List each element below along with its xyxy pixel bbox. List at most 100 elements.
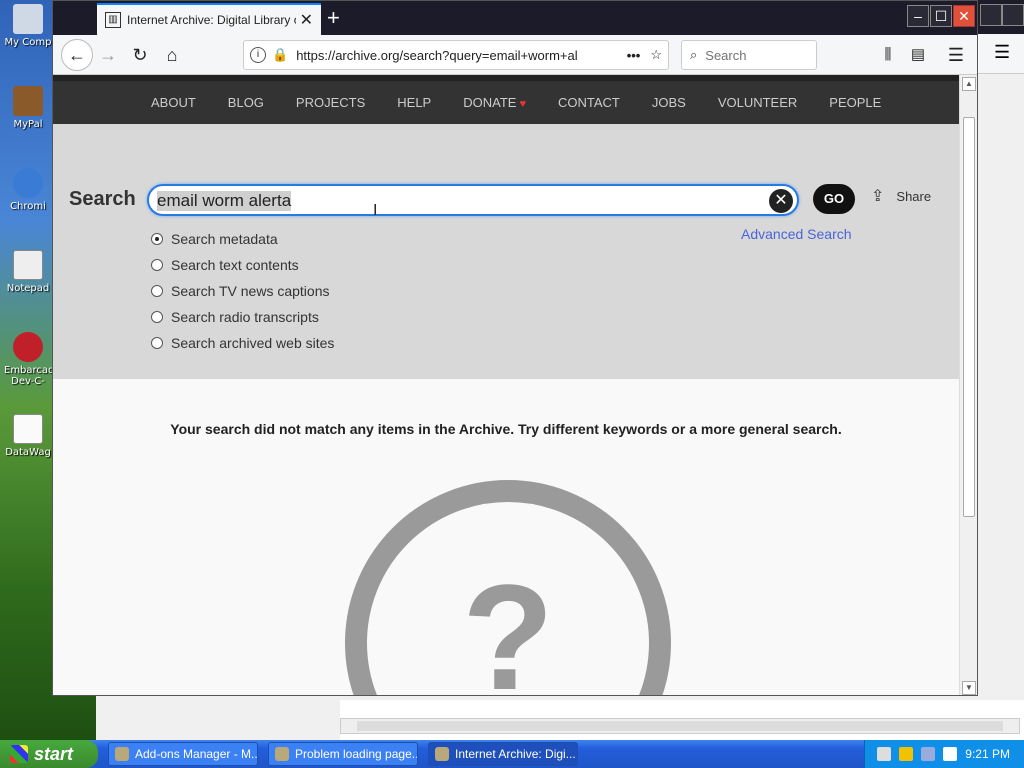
- clock[interactable]: 9:21 PM: [965, 747, 1010, 761]
- close-window-button[interactable]: ✕: [953, 5, 975, 27]
- windows-flag-icon: [10, 745, 28, 763]
- shield-icon[interactable]: [899, 747, 914, 761]
- background-close-button[interactable]: [1002, 4, 1024, 26]
- nav-projects[interactable]: PROJECTS: [296, 95, 365, 110]
- search-query-text[interactable]: email worm alerta: [157, 191, 292, 211]
- volume-icon[interactable]: [943, 747, 958, 761]
- minimize-button[interactable]: –: [907, 5, 929, 27]
- text-cursor-icon: I: [373, 202, 378, 219]
- chromium-icon: [13, 168, 43, 198]
- tab-title: Internet Archive: Digital Library of: [127, 13, 296, 27]
- vertical-scrollbar[interactable]: ▲ ▼: [959, 75, 977, 695]
- background-minimize-button[interactable]: [980, 4, 1002, 26]
- clear-search-icon[interactable]: ✕: [769, 189, 793, 213]
- mypal-icon: [115, 747, 129, 761]
- datawag-icon: [13, 414, 43, 444]
- page-actions-icon[interactable]: •••: [627, 48, 641, 63]
- radio-selected[interactable]: [151, 233, 163, 245]
- sidebar-icon[interactable]: ▤: [905, 43, 931, 67]
- url-text[interactable]: https://archive.org/search?query=email+w…: [296, 48, 617, 63]
- nav-contact[interactable]: CONTACT: [558, 95, 620, 110]
- desktop-icon-mypal[interactable]: MyPal: [4, 86, 52, 130]
- search-field[interactable]: ⌕ Search: [681, 40, 817, 70]
- browser-window: ▥ Internet Archive: Digital Library of ✕…: [52, 0, 978, 696]
- option-search-radio[interactable]: Search radio transcripts: [151, 304, 334, 330]
- taskbar-button-archive[interactable]: Internet Archive: Digi...: [428, 742, 578, 766]
- new-tab-button[interactable]: +: [327, 5, 340, 31]
- navigation-toolbar: ← → ↻ ⌂ i 🔒 https://archive.org/search?q…: [53, 35, 977, 75]
- option-search-metadata[interactable]: Search metadata: [151, 226, 334, 252]
- scroll-up-icon[interactable]: ▲: [962, 77, 976, 91]
- desktop-icon-my-computer[interactable]: My Comp: [4, 4, 52, 48]
- nav-donate-label: DONATE: [463, 95, 517, 110]
- taskbar-button-label: Problem loading page...: [295, 747, 418, 761]
- keyboard-icon[interactable]: [877, 747, 892, 761]
- heart-icon: ♥: [519, 98, 526, 110]
- nav-blog[interactable]: BLOG: [228, 95, 264, 110]
- share-button[interactable]: ⇪ Share: [871, 186, 931, 206]
- taskbar-button-label: Add-ons Manager - M...: [135, 747, 258, 761]
- search-options: Search metadata Search text contents Sea…: [151, 226, 334, 356]
- share-icon: ⇪: [871, 188, 885, 205]
- mypal-icon: [435, 747, 449, 761]
- url-bar[interactable]: i 🔒 https://archive.org/search?query=ema…: [243, 40, 669, 70]
- option-search-text[interactable]: Search text contents: [151, 252, 334, 278]
- option-search-tv[interactable]: Search TV news captions: [151, 278, 334, 304]
- network-icon[interactable]: [921, 747, 936, 761]
- desktop-icon-label: Chromi: [10, 201, 46, 212]
- desktop-icon-notepad[interactable]: Notepad: [4, 250, 52, 294]
- desktop-icon-label: DataWag: [5, 447, 51, 458]
- search-area: Search email worm alerta ✕ I GO ⇪ Share …: [53, 124, 959, 379]
- library-icon[interactable]: ⫼: [875, 43, 901, 67]
- close-tab-icon[interactable]: ✕: [300, 10, 313, 30]
- nav-jobs[interactable]: JOBS: [652, 95, 686, 110]
- nav-people[interactable]: PEOPLE: [829, 95, 881, 110]
- scroll-thumb[interactable]: [357, 721, 1003, 731]
- option-label: Search radio transcripts: [171, 309, 319, 325]
- radio[interactable]: [151, 337, 163, 349]
- tab-bar: ▥ Internet Archive: Digital Library of ✕…: [53, 1, 977, 35]
- start-button[interactable]: start: [0, 740, 98, 768]
- radio[interactable]: [151, 259, 163, 271]
- maximize-button[interactable]: ☐: [930, 5, 952, 27]
- scroll-thumb[interactable]: [963, 117, 975, 517]
- no-results-message: Your search did not match any items in t…: [170, 421, 842, 437]
- site-search-input[interactable]: email worm alerta ✕: [147, 184, 799, 216]
- tab-internet-archive[interactable]: ▥ Internet Archive: Digital Library of ✕: [97, 3, 321, 35]
- reload-icon: ↻: [132, 45, 148, 65]
- desktop-icon-label: Embarcad Dev-C-: [4, 365, 55, 387]
- home-button[interactable]: ⌂: [159, 43, 185, 67]
- forward-button[interactable]: →: [95, 43, 121, 67]
- desktop-icon-chromium[interactable]: Chromi: [4, 168, 52, 212]
- question-mark-icon: ?: [345, 480, 671, 695]
- bookmark-star-icon[interactable]: ☆: [650, 47, 662, 63]
- home-icon: ⌂: [166, 45, 178, 65]
- taskbar-button-problem[interactable]: Problem loading page...: [268, 742, 418, 766]
- option-search-web[interactable]: Search archived web sites: [151, 330, 334, 356]
- desktop-icon-devcpp[interactable]: Embarcad Dev-C-: [4, 332, 55, 387]
- nav-volunteer[interactable]: VOLUNTEER: [718, 95, 797, 110]
- advanced-search-link[interactable]: Advanced Search: [741, 226, 852, 242]
- option-label: Search metadata: [171, 231, 278, 247]
- radio[interactable]: [151, 311, 163, 323]
- computer-icon: [13, 4, 43, 34]
- back-icon: ←: [68, 45, 86, 65]
- desktop-icon-label: Notepad: [6, 283, 50, 294]
- reload-button[interactable]: ↻: [127, 43, 153, 67]
- forward-icon: →: [99, 45, 117, 65]
- radio[interactable]: [151, 285, 163, 297]
- taskbar-button-addons[interactable]: Add-ons Manager - M...: [108, 742, 258, 766]
- page-content: ABOUT BLOG PROJECTS HELP DONATE ♥ CONTACT…: [53, 75, 959, 695]
- nav-about[interactable]: ABOUT: [151, 95, 196, 110]
- info-icon[interactable]: i: [250, 47, 266, 63]
- go-button[interactable]: GO: [813, 184, 855, 214]
- scroll-down-icon[interactable]: ▼: [962, 681, 976, 695]
- nav-donate[interactable]: DONATE ♥: [463, 95, 526, 110]
- taskbar: start Add-ons Manager - M... Problem loa…: [0, 740, 1024, 768]
- nav-help[interactable]: HELP: [397, 95, 431, 110]
- menu-icon[interactable]: ☰: [943, 43, 969, 67]
- back-button[interactable]: ←: [61, 39, 93, 71]
- menu-icon[interactable]: ☰: [994, 42, 1010, 63]
- horizontal-scrollbar[interactable]: [340, 718, 1020, 734]
- desktop-icon-datawag[interactable]: DataWag: [4, 414, 52, 458]
